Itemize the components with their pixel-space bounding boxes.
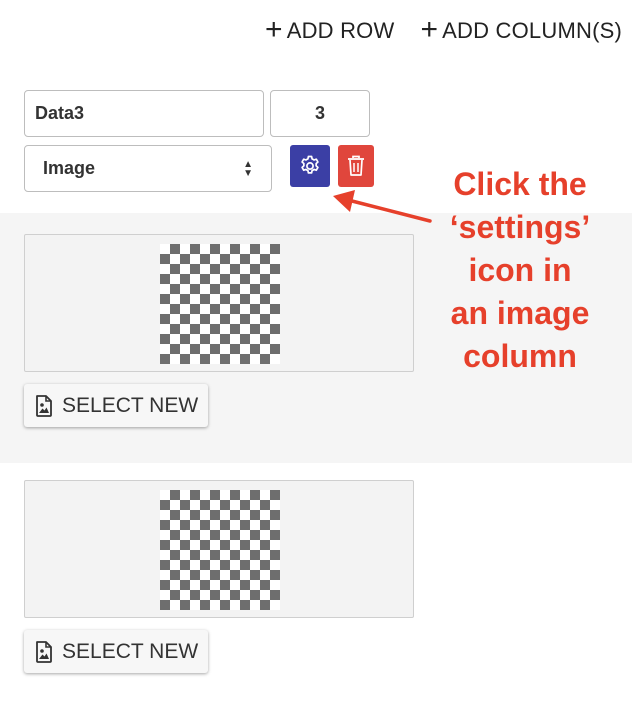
annotation-line: column — [463, 338, 577, 374]
annotation-line: icon in — [468, 252, 572, 288]
annotation-text: Click the ‘settings’ icon in an image co… — [420, 163, 620, 378]
annotation-line: Click the — [453, 166, 587, 202]
annotation-line: an image — [450, 295, 590, 331]
annotation-line: ‘settings’ — [449, 209, 591, 245]
